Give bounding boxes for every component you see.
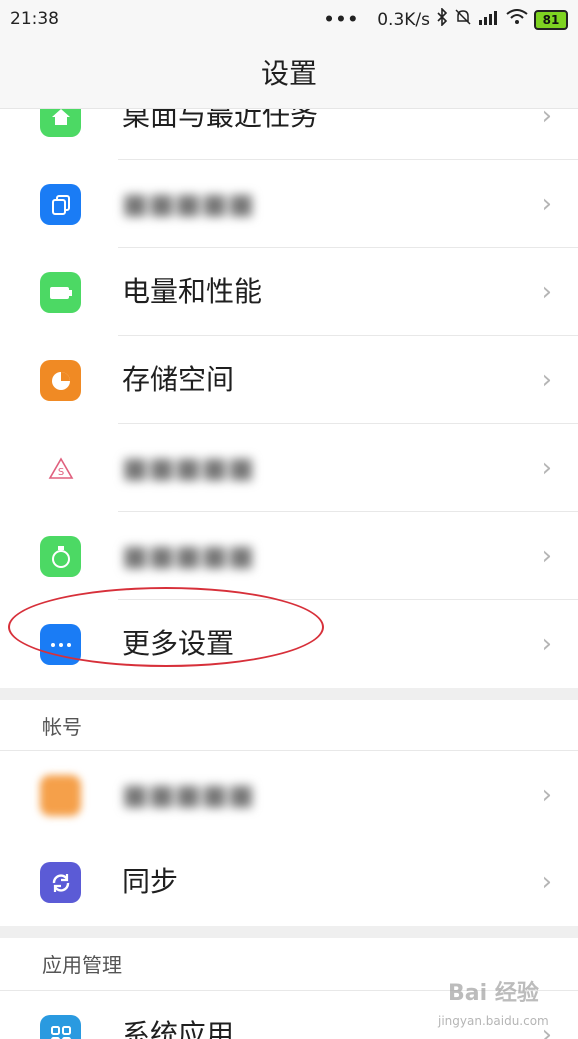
- chevron-right-icon: ›: [541, 277, 552, 307]
- settings-item-battery[interactable]: 电量和性能 ›: [0, 248, 578, 336]
- s-triangle-icon: S: [40, 448, 81, 489]
- settings-item-sync[interactable]: 同步 ›: [0, 838, 578, 926]
- flask-icon: [40, 536, 81, 577]
- chevron-right-icon: ›: [541, 629, 552, 659]
- settings-item-account[interactable]: ■■■■■ ›: [0, 750, 578, 839]
- settings-item-blurred-1[interactable]: ■■■■■ ›: [0, 160, 578, 248]
- account-icon: [40, 775, 81, 816]
- settings-item-label: ■■■■■: [122, 187, 255, 220]
- section-divider: [0, 688, 578, 700]
- settings-item-home[interactable]: 桌面与最近任务 ›: [0, 109, 578, 160]
- network-speed: 0.3K/s: [377, 9, 430, 30]
- chevron-right-icon: ›: [541, 541, 552, 571]
- copy-icon: [40, 184, 81, 225]
- settings-item-label: 同步: [122, 865, 179, 898]
- settings-item-label: ■■■■■: [122, 451, 255, 484]
- baidu-jingyan-watermark: Bai 经验: [448, 981, 539, 1006]
- section-title: 帐号: [42, 715, 82, 739]
- settings-item-label: ■■■■■: [122, 778, 255, 811]
- home-icon: [40, 109, 81, 137]
- grid-icon: [40, 1015, 81, 1039]
- chevron-right-icon: ›: [541, 867, 552, 897]
- notification-dots-icon: •••: [323, 9, 360, 30]
- status-bar: 21:38 ••• 0.3K/s 81: [0, 0, 578, 40]
- signal-icon: [478, 9, 500, 30]
- bluetooth-icon: [436, 7, 448, 31]
- settings-item-label: 桌面与最近任务: [122, 109, 319, 132]
- settings-item-label: 存储空间: [122, 363, 235, 396]
- chevron-right-icon: ›: [541, 453, 552, 483]
- title-bar: 设置: [0, 40, 578, 109]
- pie-chart-icon: [40, 360, 81, 401]
- section-header-account: 帐号: [0, 700, 578, 754]
- sync-icon: [40, 862, 81, 903]
- status-icons: ••• 0.3K/s 81: [323, 7, 568, 31]
- chevron-right-icon: ›: [541, 365, 552, 395]
- wifi-icon: [506, 9, 528, 30]
- chevron-right-icon: ›: [541, 780, 552, 810]
- battery-icon: [40, 272, 81, 313]
- chevron-right-icon: ›: [541, 109, 552, 131]
- page-title: 设置: [260, 57, 317, 90]
- settings-list[interactable]: 桌面与最近任务 › ■■■■■ › 电量和性能 › 存储空间 › S ■■■■■: [0, 109, 578, 1039]
- svg-text:S: S: [57, 467, 63, 478]
- section-divider: [0, 926, 578, 938]
- settings-item-blurred-3[interactable]: ■■■■■ ›: [0, 512, 578, 600]
- settings-item-label: 系统应用: [122, 1018, 235, 1039]
- chevron-right-icon: ›: [541, 189, 552, 219]
- battery-indicator: 81: [534, 9, 568, 30]
- section-title: 应用管理: [42, 953, 122, 977]
- settings-item-label: 电量和性能: [122, 275, 263, 308]
- status-time: 21:38: [10, 9, 59, 29]
- watermark-url: jingyan.baidu.com: [438, 1014, 549, 1028]
- settings-item-blurred-2[interactable]: S ■■■■■ ›: [0, 424, 578, 512]
- highlight-annotation: [8, 587, 324, 667]
- bell-off-icon: [454, 8, 472, 31]
- settings-item-storage[interactable]: 存储空间 ›: [0, 336, 578, 424]
